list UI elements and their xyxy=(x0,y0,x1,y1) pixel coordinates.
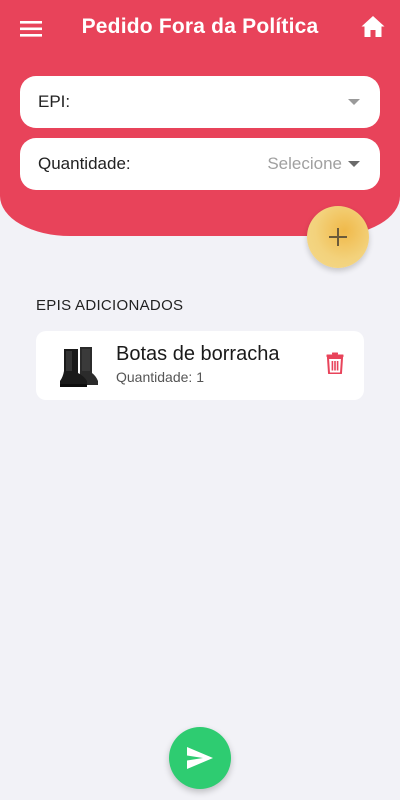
quantidade-label: Quantidade: xyxy=(38,154,131,173)
menu-button[interactable] xyxy=(18,16,46,42)
hamburger-menu-icon xyxy=(20,21,42,37)
page-title: Pedido Fora da Política xyxy=(81,15,319,38)
send-button[interactable] xyxy=(169,727,231,789)
item-quantity: Quantidade: 1 xyxy=(116,369,204,385)
dropdown-arrow-icon xyxy=(348,99,360,105)
dropdown-arrow-icon xyxy=(348,161,360,167)
epi-select[interactable]: EPI: xyxy=(20,76,380,128)
delete-item-button[interactable] xyxy=(326,352,344,375)
list-item: Botas de borracha Quantidade: 1 xyxy=(36,331,364,400)
send-icon xyxy=(187,747,213,769)
top-bar: Pedido Fora da Política xyxy=(0,0,400,58)
quantidade-placeholder: Selecione xyxy=(267,154,342,173)
item-name: Botas de borracha xyxy=(116,343,280,365)
screen: Pedido Fora da Política EPI: Quantidade:… xyxy=(0,0,400,800)
item-quantity-label: Quantidade: xyxy=(116,369,193,385)
quantidade-select[interactable]: Quantidade: Selecione xyxy=(20,138,380,190)
section-title: EPIS ADICIONADOS xyxy=(36,297,184,314)
add-epi-button[interactable] xyxy=(307,206,369,268)
home-button[interactable] xyxy=(360,14,386,40)
boot-image xyxy=(60,347,98,387)
item-quantity-value: 1 xyxy=(196,369,204,385)
home-icon xyxy=(361,16,385,37)
trash-icon xyxy=(326,352,344,375)
epi-label: EPI: xyxy=(38,92,71,111)
